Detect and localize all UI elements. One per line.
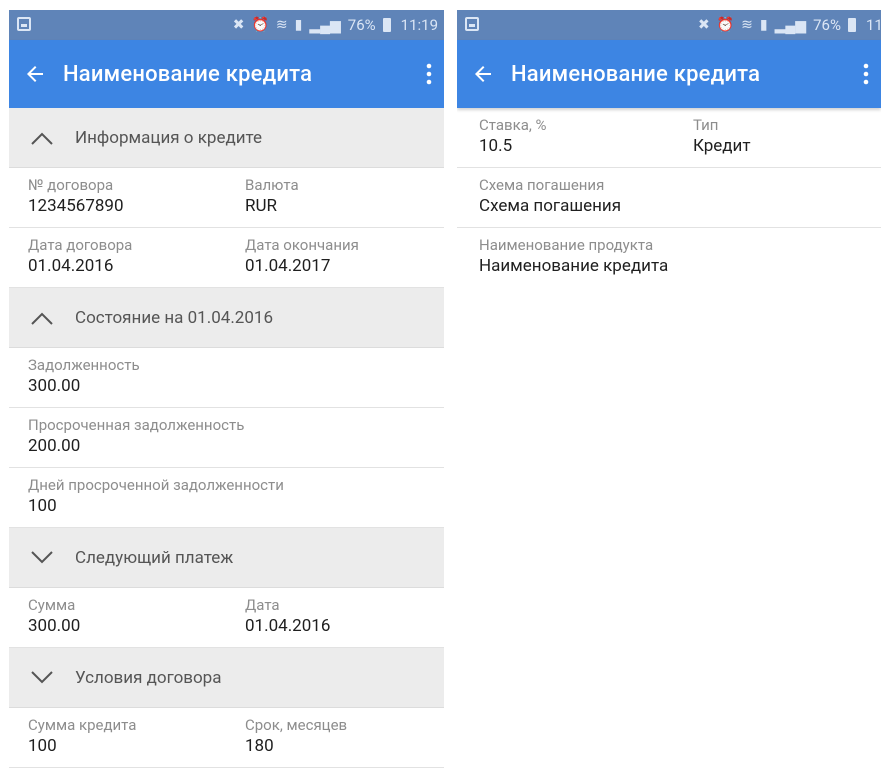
field-label: Дней просроченной задолженности [28, 476, 284, 494]
chevron-down-icon [31, 550, 53, 563]
section-title: Следующий платеж [75, 547, 234, 568]
chevron-up-icon [31, 312, 53, 325]
contract-date: 01.04.2016 [28, 256, 114, 276]
signal-icon: ▂▄▆ [309, 17, 341, 34]
chevron-down-icon [31, 670, 53, 683]
currency: RUR [245, 196, 277, 216]
terms-row: Ставка, % 10.5 Тип Кредит [457, 108, 881, 168]
app-bar: Наименование кредита [9, 40, 444, 108]
section-loan-info[interactable]: Информация о кредите [9, 108, 444, 168]
repayment-scheme: Схема погашения [479, 196, 622, 216]
page-title: Наименование кредита [63, 61, 313, 87]
notification-icon [17, 17, 31, 31]
loan-details-continued: Ставка, % 10.5 Тип Кредит Схема погашения С… [457, 108, 881, 288]
field-label: Просроченная задолженность [28, 416, 245, 434]
right-screen: ✖ ⏰ ≋ ▮ ▂▄▆ 76% 11:20 Наименование креди… [457, 10, 881, 774]
page-title: Наименование кредита [511, 61, 761, 87]
section-next-payment[interactable]: Следующий платеж [9, 528, 444, 588]
field-label: Дата [245, 596, 280, 614]
field-label: Ставка, % [479, 116, 547, 134]
sim-icon: ▮ [759, 17, 768, 33]
product-name: Наименование кредита [479, 256, 669, 276]
debt: 300.00 [28, 376, 81, 396]
mute-icon: ✖ [232, 17, 245, 33]
terms-row: Схема погашения Схема погашения [457, 168, 881, 228]
field-label: Дата окончания [245, 236, 359, 254]
section-title: Условия договора [75, 667, 222, 688]
signal-icon: ▂▄▆ [774, 17, 807, 34]
field-label: Тип [693, 116, 719, 134]
state-row: Просроченная задолженность 200.00 [9, 408, 444, 468]
clock: 11:20 [865, 16, 881, 34]
alarm-icon: ⏰ [716, 17, 735, 33]
info-row: № договора 1234567890 Валюта RUR [9, 168, 444, 228]
alarm-icon: ⏰ [251, 17, 269, 33]
loan-sum: 100 [28, 736, 57, 756]
field-label: Схема погашения [479, 176, 605, 194]
field-label: Задолженность [28, 356, 140, 374]
loan-type: Кредит [693, 136, 751, 156]
notification-icon [465, 17, 479, 31]
app-bar: Наименование кредита [457, 40, 881, 108]
info-row: Дата договора 01.04.2016 Дата окончания 01… [9, 228, 444, 288]
state-row: Дней просроченной задолженности 100 [9, 468, 444, 528]
overdue-days: 100 [28, 496, 57, 516]
left-screen: ✖ ⏰ ≋ ▮ ▂▄▆ 76% 11:19 Наименование креди… [9, 10, 444, 774]
back-arrow-icon[interactable] [23, 62, 47, 86]
terms-row: Сумма кредита 100 Срок, месяцев 180 [9, 708, 444, 768]
battery-percent: 76% [347, 16, 376, 34]
field-label: Сумма [28, 596, 76, 614]
sim-icon: ▮ [294, 17, 303, 33]
rate: 10.5 [479, 136, 513, 156]
terms-row: Наименование продукта Наименование кредит… [457, 228, 881, 288]
battery-icon [847, 18, 856, 32]
loan-term: 180 [245, 736, 274, 756]
section-state[interactable]: Состояние на 01.04.2016 [9, 288, 444, 348]
battery-icon [382, 18, 391, 32]
end-date: 01.04.2017 [245, 256, 331, 276]
mute-icon: ✖ [698, 17, 710, 33]
section-title: Состояние на 01.04.2016 [75, 307, 274, 328]
field-label: Сумма кредита [28, 716, 137, 734]
section-contract-terms[interactable]: Условия договора [9, 648, 444, 708]
chevron-up-icon [31, 132, 53, 145]
wifi-icon: ≋ [275, 17, 288, 33]
payment-row: Сумма 300.00 Дата 01.04.2016 [9, 588, 444, 648]
section-title: Информация о кредите [75, 127, 263, 148]
field-label: № договора [28, 176, 114, 194]
payment-date: 01.04.2016 [245, 616, 331, 636]
field-label: Срок, месяцев [245, 716, 348, 734]
status-bar: ✖ ⏰ ≋ ▮ ▂▄▆ 76% 11:20 [457, 10, 881, 40]
more-vert-icon[interactable] [863, 62, 869, 86]
loan-details: Информация о кредите № договора 123456789… [9, 108, 444, 768]
field-label: Наименование продукта [479, 236, 654, 254]
clock: 11:19 [400, 16, 438, 34]
more-vert-icon[interactable] [426, 62, 432, 86]
contract-number: 1234567890 [28, 196, 124, 216]
battery-percent: 76% [813, 16, 841, 34]
status-bar: ✖ ⏰ ≋ ▮ ▂▄▆ 76% 11:19 [9, 10, 444, 40]
payment-sum: 300.00 [28, 616, 81, 636]
wifi-icon: ≋ [741, 17, 753, 33]
field-label: Дата договора [28, 236, 133, 254]
state-row: Задолженность 300.00 [9, 348, 444, 408]
overdue-debt: 200.00 [28, 436, 81, 456]
back-arrow-icon[interactable] [471, 62, 495, 86]
field-label: Валюта [245, 176, 299, 194]
